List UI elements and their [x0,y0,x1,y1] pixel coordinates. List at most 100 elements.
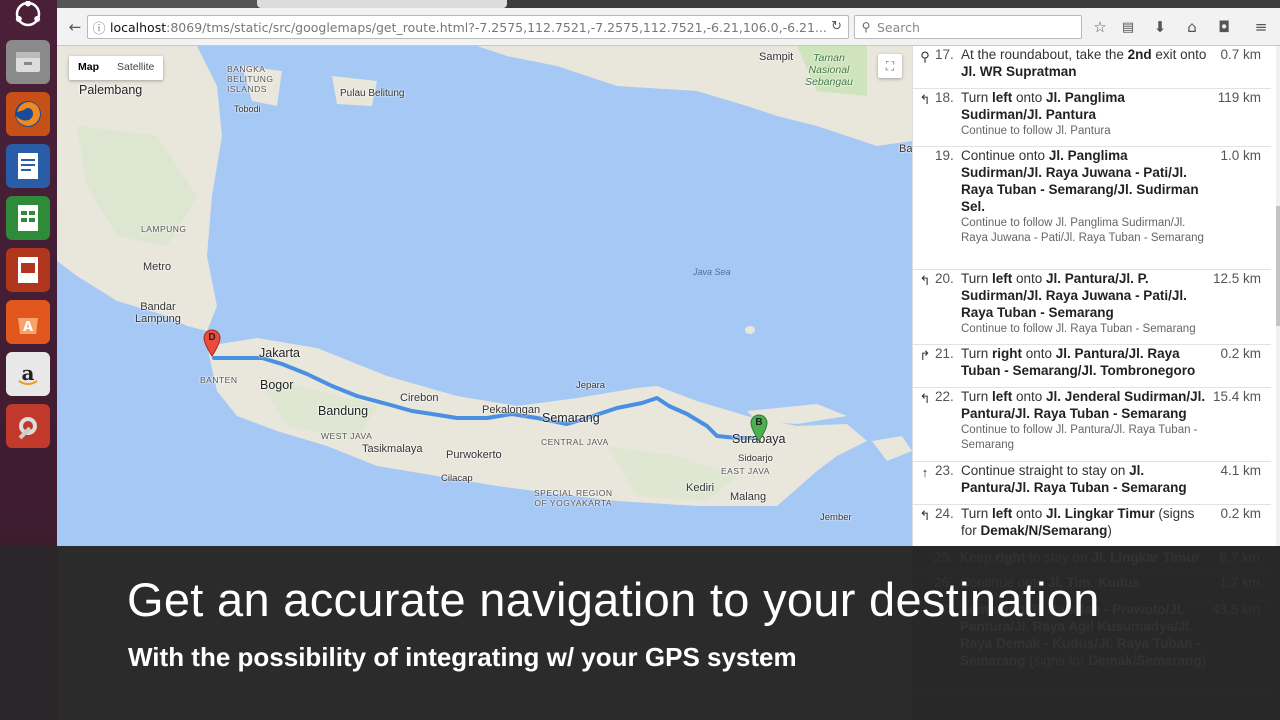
map-label: Kediri [686,482,715,494]
bookmark-star-icon[interactable]: ☆ [1090,17,1110,37]
direction-step[interactable]: 19. Continue onto Jl. Panglima Sudirman/J… [913,147,1271,270]
map-type-satellite-button[interactable]: Satellite [108,56,163,80]
map-label: Jepara [576,380,606,391]
caption-overlay: Get an accurate navigation to your desti… [0,546,1280,720]
scrollbar[interactable] [1276,46,1280,546]
fullscreen-icon[interactable]: ⛶ [878,54,902,78]
search-icon: ⚲ [861,20,871,34]
map-label: Bandung [318,404,369,418]
map-type-map-button[interactable]: Map [69,56,108,80]
direction-step-subtext: Continue to follow Jl. Pantura/Jl. Raya … [961,424,1198,451]
direction-step[interactable]: ↱ 21. Turn right onto Jl. Pantura/Jl. Raya… [913,345,1271,388]
map-label: Cirebon [400,392,439,404]
map-label: Semarang [542,411,600,425]
map-label: Sidoarjo [738,453,773,464]
direction-step[interactable]: ↰ 22. Turn left onto Jl. Jenderal Sudirman… [913,388,1271,462]
map-label: Malang [730,491,767,503]
direction-step-distance: 12.5 km [1212,271,1261,286]
map-label: Sampit [759,51,794,63]
direction-step[interactable]: ↰ 24. Turn left onto Jl. Lingkar Timur (si… [913,505,1271,546]
files-icon[interactable] [6,40,50,84]
svg-text:a: a [22,361,35,385]
calc-icon[interactable] [6,196,50,240]
direction-step-text: Turn left onto Jl. Pantura/Jl. P. Sudirm… [961,270,1209,337]
direction-step[interactable]: ↑ 23. Continue straight to stay on Jl. Pan… [913,462,1271,505]
home-icon[interactable]: ⌂ [1182,17,1202,37]
map-label: Purwokerto [446,449,502,461]
turn-left-icon: ↰ [919,508,931,523]
map-label: Metro [143,261,172,273]
roundabout-icon: ⚲ [920,49,930,64]
map-label: Tasikmalaya [362,443,423,455]
map-label: Tobodi [234,104,261,114]
tab-active[interactable] [257,0,507,8]
direction-step-subtext: Continue to follow Jl. Panglima Sudirman… [961,217,1204,244]
scrollbar-thumb[interactable] [1276,206,1280,326]
tab-inactive[interactable] [57,0,257,8]
system-settings-icon[interactable] [6,404,50,448]
browser-toolbar: ← ⓘ localhost:8069/tms/static/src/google… [57,8,1280,46]
back-arrow-icon[interactable]: ← [65,17,85,37]
direction-step-distance: 0.2 km [1220,346,1261,361]
direction-step-number: 20. [935,271,954,286]
direction-step-distance: 1.0 km [1220,148,1261,163]
direction-step-distance: 119 km [1217,90,1261,105]
reload-icon[interactable]: ↻ [831,19,842,34]
tab-strip [57,0,1280,8]
search-placeholder: Search [877,19,920,35]
software-center-icon[interactable]: A [6,300,50,344]
writer-icon[interactable] [6,144,50,188]
turn-left-icon: ↰ [919,391,931,406]
turn-left-icon: ↰ [919,92,931,107]
straight-arrow-icon: ↑ [921,465,929,480]
info-icon[interactable]: ⓘ [88,18,110,37]
direction-step-text: At the roundabout, take the 2nd exit ont… [961,47,1207,79]
map-label: Bandar Lampung [135,301,181,325]
caption-subtitle: With the possibility of integrating w/ y… [128,642,797,672]
turn-right-icon: ↱ [919,348,931,363]
route-map[interactable]: Map Satellite ⛶ Palembang BANGKA BELITUN… [57,46,912,546]
direction-step-distance: 15.4 km [1212,389,1261,404]
direction-step-text: Continue straight to stay on Jl. Pantura… [961,463,1187,495]
origin-marker-label: D [208,332,216,343]
direction-step-text: Turn right onto Jl. Pantura/Jl. Raya Tub… [961,346,1196,378]
map-label: SPECIAL REGION OF YOGYAKARTA [534,488,613,508]
pocket-icon[interactable]: ◘ [1214,17,1234,37]
url-bar[interactable]: ⓘ localhost:8069/tms/static/src/googlema… [87,15,849,39]
map-label: BANTEN [200,375,238,385]
map-label: BANGKA BELITUNG ISLANDS [227,64,274,94]
direction-step-text: Turn left onto Jl. Lingkar Timur (signs … [961,506,1195,538]
direction-step-number: 18. [935,90,954,105]
direction-step-distance: 4.1 km [1220,463,1261,478]
map-label: Pulau Belitung [340,88,405,99]
direction-step-subtext: Continue to follow Jl. Raya Tuban - Sema… [961,323,1196,335]
search-input[interactable]: ⚲ Search [854,15,1082,39]
ubuntu-logo-icon[interactable] [6,0,50,28]
menu-icon[interactable]: ≡ [1251,17,1271,37]
amazon-icon[interactable]: a [6,352,50,396]
direction-step[interactable]: ↰ 20. Turn left onto Jl. Pantura/Jl. P. Su… [913,270,1271,345]
map-label: CENTRAL JAVA [541,437,609,447]
map-label: Jakarta [259,346,300,360]
direction-step-text: Turn left onto Jl. Panglima Sudirman/Jl.… [961,89,1209,139]
directions-panel[interactable]: ⚲ 17. At the roundabout, take the 2nd exit… [912,46,1280,546]
direction-step-number: 23. [935,463,954,478]
direction-step-distance: 0.2 km [1220,506,1261,521]
direction-step-number: 24. [935,506,954,521]
direction-step[interactable]: ↰ 18. Turn left onto Jl. Panglima Sudirman… [913,89,1271,147]
map-label: Bogor [260,378,294,392]
direction-step-number: 22. [935,389,954,404]
download-icon[interactable]: ⬇ [1150,17,1170,37]
map-label: Cilacap [441,473,473,484]
map-label: Palembang [79,83,143,97]
impress-icon[interactable] [6,248,50,292]
destination-marker-label: B [755,417,763,428]
reading-list-icon[interactable]: ▤ [1118,17,1138,37]
destination-marker[interactable]: B [750,414,768,442]
firefox-icon[interactable] [6,92,50,136]
direction-step-text: Continue onto Jl. Panglima Sudirman/Jl. … [961,147,1209,246]
direction-step[interactable]: ⚲ 17. At the roundabout, take the 2nd exit… [913,46,1271,89]
origin-marker[interactable]: D [203,329,221,357]
map-label: Jember [820,512,852,523]
map-label: WEST JAVA [321,431,373,441]
